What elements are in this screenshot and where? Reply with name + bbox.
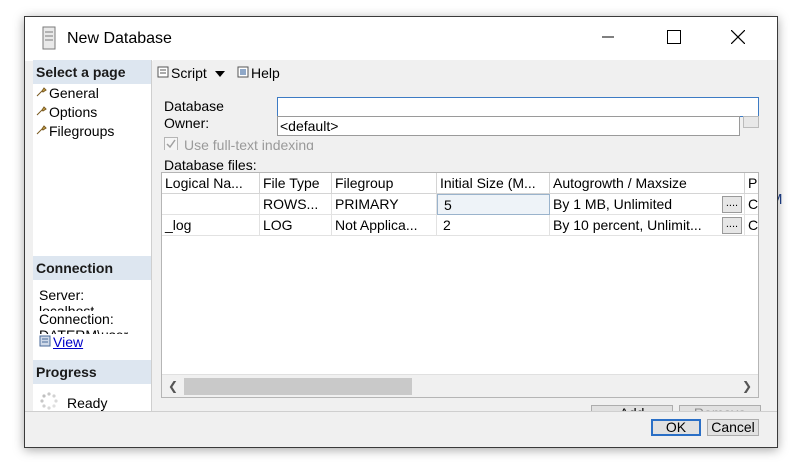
script-button[interactable]: Script xyxy=(157,65,225,81)
page-item-label: Filegroups xyxy=(49,123,115,139)
toolbar: Script Help xyxy=(153,60,777,86)
general-page-content: Database Owner: <default> Use full-text … xyxy=(153,86,777,422)
page-item-general[interactable]: General xyxy=(35,85,99,101)
title-bar[interactable]: New Database xyxy=(25,17,777,61)
cell-filegroup[interactable]: PRIMARY xyxy=(332,194,437,215)
script-icon xyxy=(157,65,169,81)
scroll-left-icon[interactable]: ❮ xyxy=(165,378,181,394)
database-name-input[interactable] xyxy=(277,97,759,117)
cell-file-type[interactable]: LOG xyxy=(260,215,332,236)
fulltext-checkbox[interactable]: Use full-text indexing xyxy=(164,137,314,150)
cell-path[interactable]: C xyxy=(745,194,758,215)
dropdown-arrow-icon[interactable] xyxy=(214,65,225,81)
new-database-dialog: New Database Select a page General Optio… xyxy=(24,16,778,448)
help-button[interactable]: Help xyxy=(237,65,280,81)
wrench-icon xyxy=(35,85,47,101)
column-header-autogrowth[interactable]: Autogrowth / Maxsize xyxy=(550,173,745,194)
autogrowth-edit-button[interactable]: .... xyxy=(722,196,742,213)
cell-autogrowth[interactable]: By 10 percent, Unlimit... xyxy=(550,215,745,236)
owner-label: Owner: xyxy=(164,115,210,131)
cell-autogrowth[interactable]: By 1 MB, Unlimited xyxy=(550,194,745,215)
help-icon xyxy=(237,65,249,81)
database-icon xyxy=(42,26,56,53)
page-item-label: Options xyxy=(49,104,98,120)
window-title: New Database xyxy=(67,30,172,47)
maximize-button[interactable] xyxy=(651,17,697,57)
wrench-icon xyxy=(35,123,47,139)
cell-path[interactable]: C xyxy=(745,215,758,236)
column-header-path[interactable]: P xyxy=(745,173,758,194)
horizontal-scrollbar[interactable]: ❮ ❯ xyxy=(162,374,758,397)
page-item-options[interactable]: Options xyxy=(35,104,97,120)
database-name-label: Database xyxy=(164,98,224,114)
column-header-file-type[interactable]: File Type xyxy=(260,173,332,194)
connection-header: Connection xyxy=(33,256,151,280)
properties-icon xyxy=(39,334,51,350)
close-button[interactable] xyxy=(715,17,761,57)
ok-button[interactable]: OK xyxy=(651,419,701,436)
select-page-header: Select a page xyxy=(33,60,151,84)
autogrowth-edit-button[interactable]: .... xyxy=(722,217,742,234)
view-link[interactable]: View xyxy=(53,334,83,350)
scroll-right-icon[interactable]: ❯ xyxy=(739,378,755,394)
server-label: Server: xyxy=(39,287,85,303)
cell-filegroup[interactable]: Not Applica... xyxy=(332,215,437,236)
cell-logical-name[interactable] xyxy=(162,194,260,215)
owner-browse-button[interactable] xyxy=(743,116,759,128)
connection-label: Connection: xyxy=(39,311,114,327)
minimize-button[interactable] xyxy=(585,17,631,57)
fulltext-label: Use full-text indexing xyxy=(184,137,314,150)
scrollbar-thumb[interactable] xyxy=(184,378,412,395)
column-header-filegroup[interactable]: Filegroup xyxy=(332,173,437,194)
progress-status-text: Ready xyxy=(67,394,108,411)
cell-initial-size[interactable]: 5 xyxy=(437,194,550,215)
page-item-label: General xyxy=(49,85,99,101)
view-connection-properties[interactable]: View xyxy=(39,334,83,350)
cell-initial-size[interactable]: 2 xyxy=(437,215,550,236)
checkmark-icon xyxy=(164,137,178,150)
server-value: localhost xyxy=(39,304,94,311)
help-label: Help xyxy=(251,65,280,81)
script-label: Script xyxy=(171,65,207,81)
cell-logical-name[interactable]: _log xyxy=(162,215,260,236)
progress-header: Progress xyxy=(33,360,151,384)
cell-file-type[interactable]: ROWS... xyxy=(260,194,332,215)
page-item-filegroups[interactable]: Filegroups xyxy=(35,123,114,139)
cancel-button[interactable]: Cancel xyxy=(707,419,759,436)
owner-field[interactable]: <default> xyxy=(277,116,740,136)
wrench-icon xyxy=(35,104,47,120)
database-files-grid: Logical Na... File Type Filegroup Initia… xyxy=(161,172,759,398)
left-pane: Select a page General Options Filegroups… xyxy=(33,60,152,411)
column-header-logical-name[interactable]: Logical Na... xyxy=(162,173,260,194)
database-files-label: Database files: xyxy=(164,157,257,173)
column-header-initial-size[interactable]: Initial Size (M... xyxy=(437,173,550,194)
dialog-button-bar: OK Cancel xyxy=(25,411,777,447)
